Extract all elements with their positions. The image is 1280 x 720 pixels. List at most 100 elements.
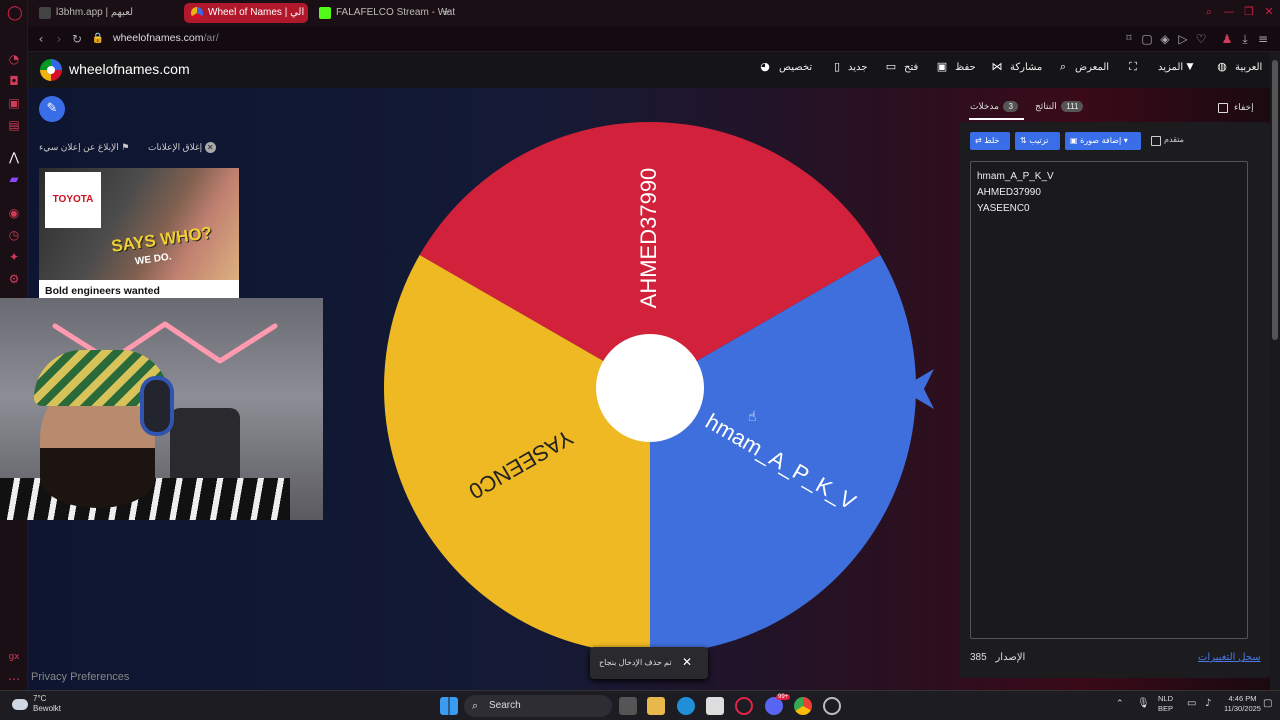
- twitch-icon[interactable]: ▰: [7, 172, 21, 186]
- shuffle-button[interactable]: ⇄ خلط: [970, 132, 1010, 150]
- wheel-favicon-icon: [191, 7, 203, 19]
- aria-icon[interactable]: ◔: [7, 52, 21, 66]
- version-info: 385 الإصدار: [970, 652, 1025, 663]
- site-name[interactable]: wheelofnames.com: [69, 61, 190, 77]
- search-tabs-icon[interactable]: ⌕: [1202, 5, 1216, 19]
- windows-start-icon[interactable]: [440, 697, 458, 715]
- folder-icon: ▭: [885, 60, 897, 73]
- advanced-checkbox[interactable]: [1151, 136, 1161, 146]
- chrome-icon[interactable]: [794, 697, 812, 715]
- language-indicator[interactable]: NLD BEP: [1158, 694, 1173, 714]
- report-ad-link[interactable]: الإبلاغ عن إعلان سيء ⚑: [39, 142, 129, 153]
- player-icon[interactable]: ▷: [1176, 32, 1190, 46]
- scrollbar-thumb[interactable]: [1272, 60, 1278, 340]
- url-field[interactable]: wheelofnames.com/ar/: [113, 32, 219, 44]
- share-icon: ⋈: [991, 60, 1003, 73]
- entries-textarea[interactable]: [970, 161, 1248, 639]
- close-ads-link[interactable]: إغلاق الإعلانات ✕: [148, 142, 216, 153]
- tab-bar: l3bhm.app | لعبهم Wheel of Names | الي F…: [28, 0, 1280, 26]
- version-label: الإصدار: [995, 652, 1026, 663]
- clock-date: 11/30/2025: [1224, 704, 1261, 713]
- save-icon: ▣: [936, 60, 948, 73]
- weather-cloud-icon[interactable]: [12, 699, 28, 710]
- add-image-button[interactable]: ▣ إضافة صورة ▾: [1065, 132, 1141, 150]
- opera-gx-icon[interactable]: [735, 697, 753, 715]
- network-icon[interactable]: ▭: [1187, 699, 1196, 709]
- sort-button[interactable]: ⇅ ترتيب: [1015, 132, 1060, 150]
- new-button[interactable]: جديد: [848, 62, 867, 73]
- add-image-label: إضافة صورة: [1080, 136, 1122, 145]
- obs-icon[interactable]: [823, 697, 841, 715]
- gx-control-icon[interactable]: ♟: [1220, 32, 1234, 46]
- gallery-button[interactable]: المعرض: [1075, 62, 1109, 73]
- weather-widget[interactable]: 7°C Bewolkt: [33, 694, 61, 714]
- messenger-icon[interactable]: ▣: [7, 96, 21, 110]
- download-icon[interactable]: ⤓: [1238, 32, 1252, 46]
- more-button[interactable]: المزيد: [1158, 62, 1183, 73]
- privacy-preferences-link[interactable]: Privacy Preferences: [31, 671, 129, 683]
- discord-badge: 99+: [776, 694, 791, 700]
- taskbar-search[interactable]: ⌕ Search: [464, 695, 612, 717]
- heart-icon[interactable]: ♡: [1194, 32, 1208, 46]
- save-button[interactable]: حفظ: [955, 62, 976, 73]
- opera-logo-icon[interactable]: ◯: [7, 6, 23, 20]
- toast-close-icon[interactable]: ✕: [682, 655, 692, 669]
- more-icon[interactable]: ⋯: [7, 672, 21, 686]
- vpn-icon[interactable]: ◈: [1158, 32, 1172, 46]
- volume-icon[interactable]: ♪: [1205, 699, 1211, 709]
- forward-icon[interactable]: ›: [52, 32, 66, 46]
- clock[interactable]: 4:46 PM 11/30/2025: [1224, 694, 1261, 714]
- lock-icon: 🔒: [91, 33, 105, 44]
- webcam-overlay: [0, 298, 323, 520]
- task-view-icon[interactable]: [619, 697, 637, 715]
- reload-icon[interactable]: ↻: [70, 32, 84, 46]
- search-icon: ⌕: [472, 699, 479, 712]
- back-icon[interactable]: ‹: [34, 32, 48, 46]
- search-icon: ⌕: [1059, 60, 1067, 73]
- minimize-icon[interactable]: —: [1222, 5, 1236, 19]
- wheel-center-hub[interactable]: [596, 334, 704, 442]
- notification-icon[interactable]: ▢: [1263, 699, 1272, 709]
- fullscreen-icon[interactable]: ⛶: [1127, 61, 1139, 73]
- close-window-icon[interactable]: ✕: [1262, 5, 1276, 19]
- wheel-logo-icon[interactable]: [40, 59, 62, 81]
- open-button[interactable]: فتح: [904, 62, 918, 73]
- menu-icon[interactable]: ≡: [1256, 32, 1270, 46]
- microphone-icon[interactable]: 🎙: [1137, 699, 1150, 709]
- edit-pencil-button[interactable]: ✎: [39, 96, 65, 122]
- workspace-icon[interactable]: ⋀: [7, 150, 21, 164]
- changelog-link[interactable]: سجل التغييرات: [1198, 652, 1261, 663]
- new-tab-button[interactable]: +: [439, 5, 453, 19]
- gx-icon[interactable]: gx: [7, 650, 21, 664]
- beard: [40, 448, 155, 508]
- tab-entries[interactable]: مدخلات 3: [970, 101, 1020, 112]
- tab-wheel-of-names[interactable]: Wheel of Names | الي: [184, 3, 308, 23]
- entry-line: hmam_A_P_K_V: [977, 171, 1054, 182]
- hide-checkbox[interactable]: [1218, 103, 1228, 113]
- address-bar: ‹ › ↻ 🔒 wheelofnames.com/ar/ ⌑ ▢ ◈ ▷ ♡ ♟…: [28, 26, 1280, 52]
- tab-favicon-icon: [39, 7, 51, 19]
- share-button[interactable]: مشاركة: [1010, 62, 1042, 73]
- taskbar-search-label: Search: [489, 700, 521, 711]
- tab-results[interactable]: النتائج 111: [1035, 101, 1085, 112]
- wheel[interactable]: AHMED37990hmam_A_P_K_VYASEENC0: [380, 118, 920, 658]
- advertisement[interactable]: TOYOTA SAYS WHO? WE DO. Bold engineers w…: [39, 168, 239, 298]
- file-explorer-icon[interactable]: [647, 697, 665, 715]
- bookmark-icon[interactable]: ⌑: [1122, 32, 1136, 46]
- maximize-icon[interactable]: ❐: [1242, 5, 1256, 19]
- edge-icon[interactable]: [677, 697, 695, 715]
- customize-button[interactable]: تخصيص: [779, 62, 812, 73]
- language-button[interactable]: العربية: [1235, 62, 1262, 73]
- history-icon[interactable]: ◷: [7, 228, 21, 242]
- settings-icon[interactable]: ⚙: [7, 272, 21, 286]
- extensions-icon[interactable]: ✦: [7, 250, 21, 264]
- snapshot-icon[interactable]: ▢: [1140, 32, 1154, 46]
- bag-icon[interactable]: ◘: [7, 74, 21, 88]
- record-icon[interactable]: ◉: [7, 206, 21, 220]
- close-circle-icon: ✕: [204, 142, 216, 153]
- store-icon[interactable]: [706, 697, 724, 715]
- tab-l3bhm[interactable]: l3bhm.app | لعبهم: [32, 3, 180, 23]
- mail-icon[interactable]: ▤: [7, 118, 21, 132]
- tray-chevron-icon[interactable]: ⌃: [1116, 699, 1124, 709]
- tab-falafelco[interactable]: FALAFELCO Stream - Wat: [312, 3, 458, 23]
